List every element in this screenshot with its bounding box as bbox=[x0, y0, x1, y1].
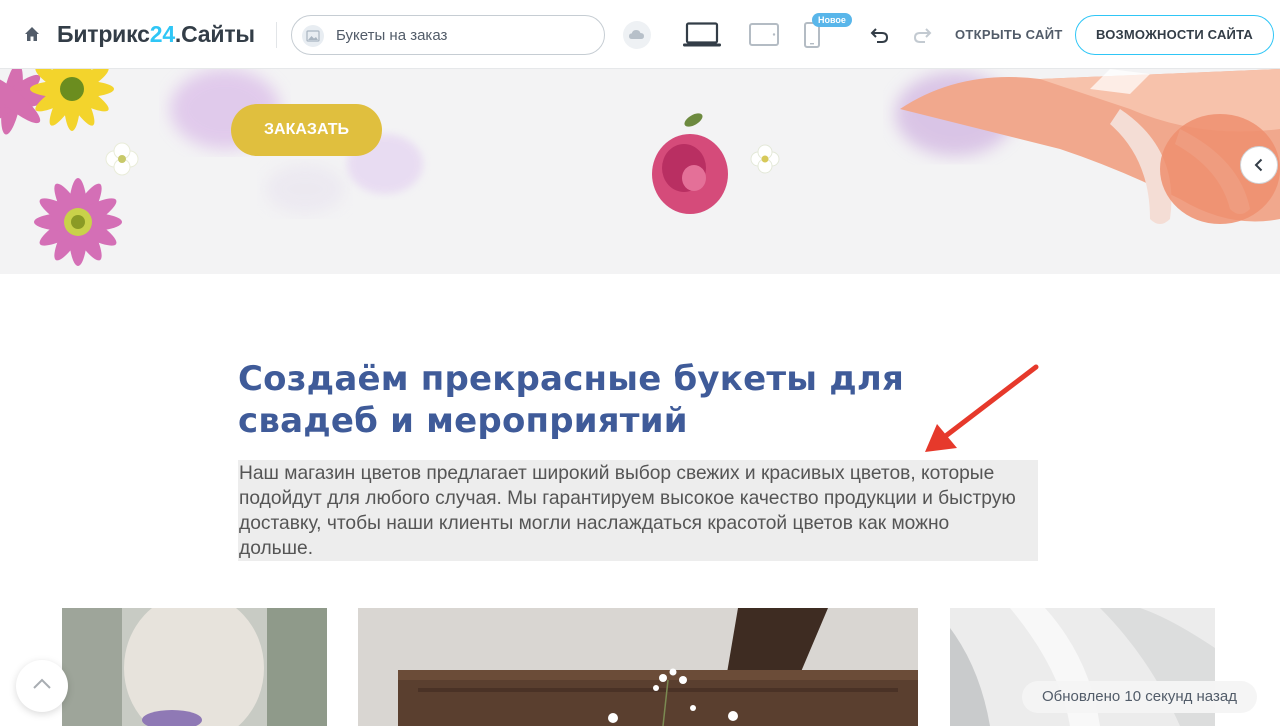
home-icon[interactable] bbox=[22, 24, 42, 44]
annotation-arrow-icon bbox=[915, 360, 1045, 465]
editor-toolbar: Битрикс24.Сайты Букеты на заказ Новое ОТ… bbox=[0, 0, 1280, 69]
description-text[interactable]: Наш магазин цветов предлагает широкий вы… bbox=[239, 461, 1039, 561]
heading-line-2: свадеб и мероприятий bbox=[238, 401, 688, 441]
logo-number: 24 bbox=[149, 21, 175, 47]
hero-flowers-image bbox=[0, 69, 1280, 266]
description-line-1: Наш магазин цветов предлагает широкий вы… bbox=[239, 463, 995, 484]
site-features-button[interactable]: ВОЗМОЖНОСТИ САЙТА bbox=[1075, 15, 1274, 55]
heading-line-1: Создаём прекрасные букеты для bbox=[238, 359, 905, 399]
new-badge: Новое bbox=[812, 13, 852, 27]
bride-bouquet-image bbox=[62, 608, 327, 726]
autosave-status: Обновлено 10 секунд назад bbox=[1022, 681, 1257, 713]
tablet-icon[interactable] bbox=[749, 23, 779, 52]
gallery-image-1[interactable] bbox=[62, 608, 327, 726]
chevron-up-icon bbox=[32, 677, 52, 696]
scroll-to-top-button[interactable] bbox=[16, 660, 68, 712]
divider bbox=[276, 22, 277, 48]
logo-suffix: .Сайты bbox=[174, 21, 255, 47]
hero-banner: ЗАКАЗАТЬ bbox=[0, 69, 1280, 274]
site-thumbnail-icon bbox=[302, 25, 324, 47]
section-heading[interactable]: Создаём прекрасные букеты для свадеб и м… bbox=[238, 358, 958, 442]
cloud-icon[interactable] bbox=[623, 21, 651, 49]
site-name: Букеты на заказ bbox=[336, 27, 448, 44]
description-line-2: подойдут для любого случая. Мы гарантиру… bbox=[239, 488, 1016, 509]
undo-icon[interactable] bbox=[870, 25, 890, 50]
redo-icon[interactable] bbox=[912, 25, 932, 50]
logo-text: Битрикс bbox=[57, 21, 150, 47]
wooden-box-flowers-image bbox=[358, 608, 918, 726]
order-button[interactable]: ЗАКАЗАТЬ bbox=[231, 104, 382, 156]
open-site-link[interactable]: ОТКРЫТЬ САЙТ bbox=[955, 27, 1063, 42]
chevron-left-icon bbox=[1253, 158, 1265, 177]
description-line-3: доставку, чтобы наши клиенты могли насла… bbox=[239, 513, 950, 534]
slider-prev-button[interactable] bbox=[1240, 146, 1278, 184]
gallery-image-2[interactable] bbox=[358, 608, 918, 726]
site-selector[interactable]: Букеты на заказ bbox=[291, 15, 605, 55]
description-line-4: дольше. bbox=[239, 538, 314, 559]
bitrix24-sites-logo[interactable]: Битрикс24.Сайты bbox=[57, 21, 255, 48]
laptop-icon[interactable] bbox=[683, 22, 721, 53]
